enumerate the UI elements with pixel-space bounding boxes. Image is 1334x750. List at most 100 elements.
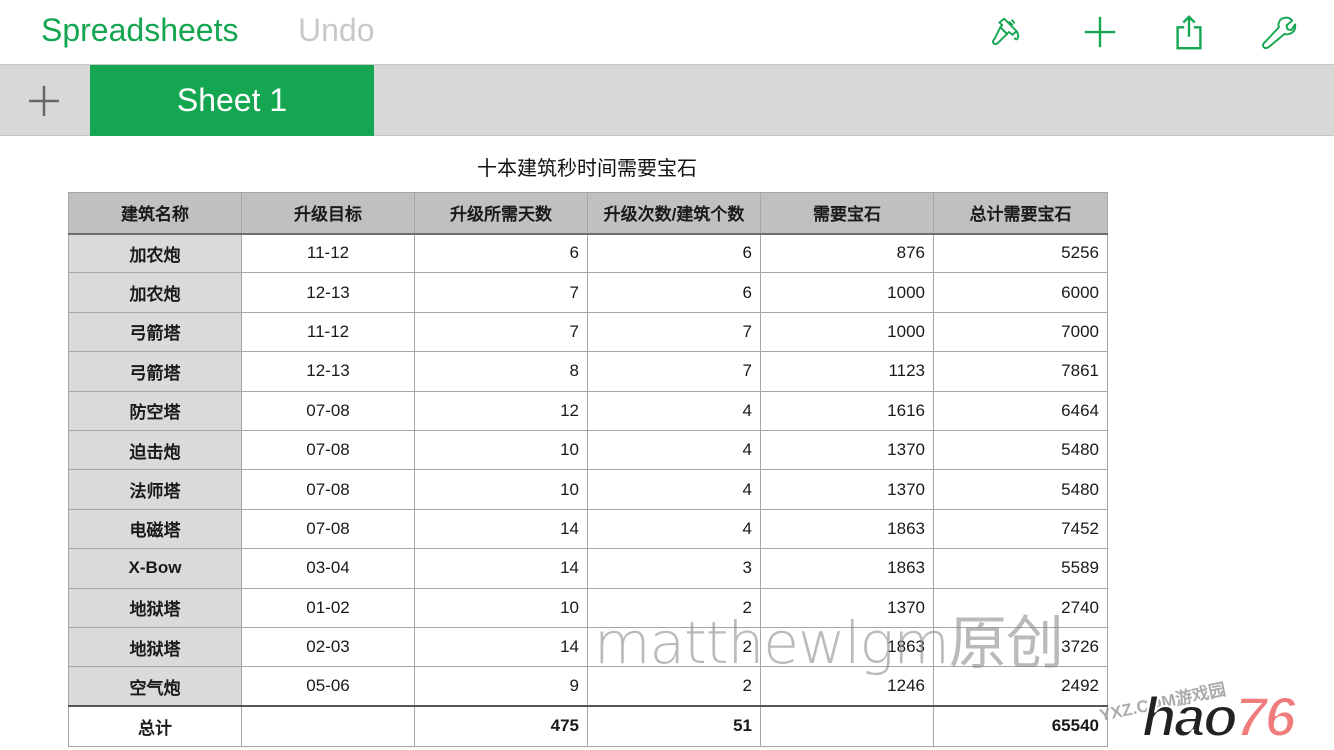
table-cell[interactable]: 6464 (933, 390, 1108, 431)
table-cell[interactable]: 1370 (760, 429, 934, 471)
table-cell[interactable]: 10 (414, 429, 588, 471)
table-cell[interactable]: 2 (587, 666, 761, 707)
table-cell[interactable]: 11-12 (241, 232, 415, 274)
table-cell[interactable]: 6 (587, 232, 761, 274)
row-label-cell[interactable]: 地狱塔 (68, 587, 242, 628)
row-label-cell[interactable]: 迫击炮 (68, 429, 242, 471)
table-cell[interactable]: 14 (414, 548, 588, 589)
table-cell[interactable]: 11-12 (241, 311, 415, 353)
column-header[interactable]: 建筑名称 (68, 192, 242, 235)
table-cell[interactable]: 4 (587, 390, 761, 431)
table-cell[interactable]: 1863 (760, 508, 934, 550)
row-label-cell[interactable]: 加农炮 (68, 232, 242, 274)
table-cell[interactable]: 07-08 (241, 508, 415, 550)
table-row: 加农炮 12-13 7 6 1000 6000 (68, 272, 1108, 313)
table-cell[interactable]: 5480 (933, 469, 1108, 510)
table-cell[interactable]: 1000 (760, 272, 934, 313)
column-header[interactable]: 升级次数/建筑个数 (587, 192, 761, 235)
table-cell[interactable]: 5589 (933, 548, 1108, 589)
table-cell[interactable]: 05-06 (241, 666, 415, 707)
table-cell[interactable]: 876 (760, 232, 934, 274)
table-cell[interactable]: 7 (587, 351, 761, 392)
table-cell[interactable]: 01-02 (241, 587, 415, 628)
add-button[interactable] (1080, 12, 1120, 52)
row-label-cell[interactable]: 空气炮 (68, 666, 242, 707)
table-cell[interactable]: 07-08 (241, 469, 415, 510)
table-cell[interactable]: 6000 (933, 272, 1108, 313)
table-cell[interactable]: 4 (587, 508, 761, 550)
table-cell[interactable]: 07-08 (241, 390, 415, 431)
table-cell[interactable]: 03-04 (241, 548, 415, 589)
table-cell[interactable] (760, 705, 934, 747)
share-icon (1176, 15, 1202, 50)
table-cell[interactable]: 7000 (933, 311, 1108, 353)
table-cell[interactable]: 10 (414, 587, 588, 628)
table-cell[interactable]: 7 (414, 311, 588, 353)
row-label-cell[interactable]: 防空塔 (68, 390, 242, 431)
share-button[interactable] (1169, 12, 1209, 52)
table-cell[interactable]: 1370 (760, 469, 934, 510)
row-label-cell[interactable]: 总计 (68, 705, 242, 747)
table-cell[interactable]: 9 (414, 666, 588, 707)
format-button[interactable] (987, 12, 1027, 52)
table-cell[interactable]: 7861 (933, 351, 1108, 392)
row-label-cell[interactable]: X-Bow (68, 548, 242, 589)
table-cell[interactable]: 6 (587, 272, 761, 313)
wrench-icon (1262, 16, 1297, 50)
table-cell[interactable]: 5480 (933, 429, 1108, 471)
column-header[interactable]: 总计需要宝石 (933, 192, 1108, 235)
row-label-cell[interactable]: 地狱塔 (68, 626, 242, 668)
table-cell[interactable]: 12 (414, 390, 588, 431)
spreadsheets-back-button[interactable]: Spreadsheets (41, 12, 238, 49)
settings-button[interactable] (1258, 12, 1298, 52)
undo-button[interactable]: Undo (298, 12, 375, 49)
row-label-cell[interactable]: 加农炮 (68, 272, 242, 313)
logo-text: hao76 (1141, 684, 1297, 749)
table-cell[interactable]: 51 (587, 705, 761, 747)
table-cell[interactable]: 10 (414, 469, 588, 510)
table-cell[interactable]: 7452 (933, 508, 1108, 550)
add-sheet-button[interactable] (22, 81, 66, 121)
table-cell[interactable]: 14 (414, 508, 588, 550)
column-header[interactable]: 需要宝石 (760, 192, 934, 235)
table-cell[interactable]: 1123 (760, 351, 934, 392)
table-cell[interactable]: 02-03 (241, 626, 415, 668)
table-cell[interactable]: 4 (587, 469, 761, 510)
table-row: 弓箭塔 12-13 8 7 1123 7861 (68, 351, 1108, 392)
table-row: 电磁塔 07-08 14 4 1863 7452 (68, 508, 1108, 550)
row-label-cell[interactable]: 弓箭塔 (68, 311, 242, 353)
table-cell[interactable]: 6 (414, 232, 588, 274)
table-cell[interactable] (241, 705, 415, 747)
table-cell[interactable]: 1000 (760, 311, 934, 353)
row-label-cell[interactable]: 弓箭塔 (68, 351, 242, 392)
table-cell[interactable]: 2740 (933, 587, 1108, 628)
site-logo: YXZ.COM游戏园 hao76 (1098, 680, 1334, 750)
row-label-cell[interactable]: 法师塔 (68, 469, 242, 510)
column-header[interactable]: 升级目标 (241, 192, 415, 235)
table-cell[interactable]: 475 (414, 705, 588, 747)
table-cell[interactable]: 1863 (760, 548, 934, 589)
table-cell[interactable]: 8 (414, 351, 588, 392)
table-cell[interactable]: 12-13 (241, 272, 415, 313)
table-title[interactable]: 十本建筑秒时间需要宝石 (68, 152, 1106, 181)
table-cell[interactable]: 12-13 (241, 351, 415, 392)
table-cell[interactable]: 1370 (760, 587, 934, 628)
table-cell[interactable]: 1863 (760, 626, 934, 668)
table-cell[interactable]: 5256 (933, 232, 1108, 274)
column-header[interactable]: 升级所需天数 (414, 192, 588, 235)
table-cell[interactable]: 3 (587, 548, 761, 589)
table-cell[interactable]: 7 (587, 311, 761, 353)
table-cell[interactable]: 1616 (760, 390, 934, 431)
table-cell[interactable]: 2492 (933, 666, 1108, 707)
table-cell[interactable]: 2 (587, 587, 761, 628)
table-cell[interactable]: 65540 (933, 705, 1108, 747)
table-cell[interactable]: 14 (414, 626, 588, 668)
table-cell[interactable]: 7 (414, 272, 588, 313)
table-cell[interactable]: 4 (587, 429, 761, 471)
row-label-cell[interactable]: 电磁塔 (68, 508, 242, 550)
table-cell[interactable]: 07-08 (241, 429, 415, 471)
tab-sheet-1[interactable]: Sheet 1 (90, 65, 374, 136)
table-cell[interactable]: 2 (587, 626, 761, 668)
table-cell[interactable]: 1246 (760, 666, 934, 707)
table-cell[interactable]: 3726 (933, 626, 1108, 668)
